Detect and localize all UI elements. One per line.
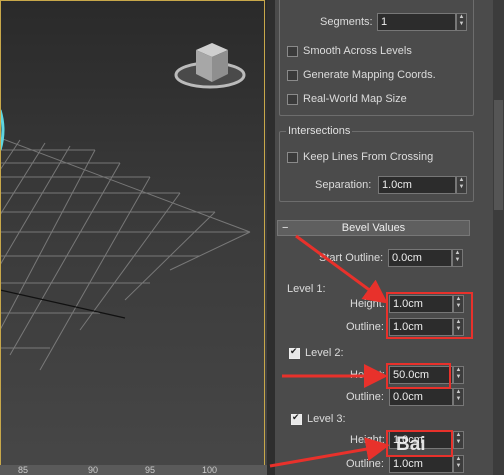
annotation-arrows xyxy=(269,234,390,468)
